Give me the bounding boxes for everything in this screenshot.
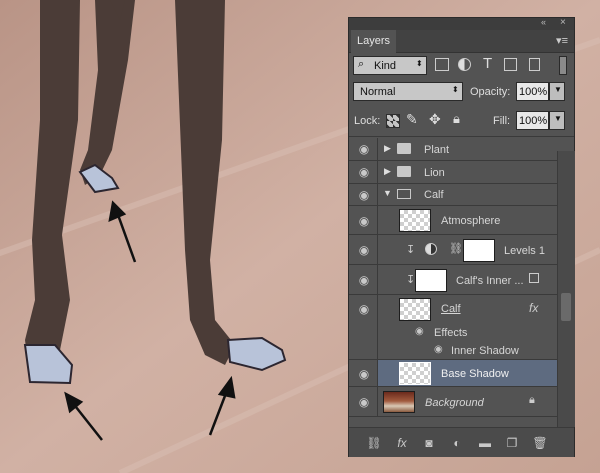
- layer-row-calfs-inner[interactable]: ◉ ↧ Calf's Inner ...: [349, 265, 557, 295]
- lock-icon: 🔒︎: [529, 394, 535, 406]
- opacity-input[interactable]: 100%: [516, 82, 549, 101]
- layer-row-calf[interactable]: ◉ Calf fx: [349, 295, 557, 359]
- layer-row-background[interactable]: ◉ Background 🔒︎: [349, 387, 557, 417]
- fill-label: Fill:: [493, 115, 511, 127]
- folder-icon: [397, 143, 411, 154]
- eye-icon[interactable]: ◉: [415, 326, 424, 337]
- layer-thumbnail: [399, 298, 431, 321]
- layers-bottom-bar: ⛓ fx ◙ ◐ ▬ ❐ 🗑︎: [349, 427, 574, 457]
- link-layers-icon[interactable]: ⛓: [366, 435, 382, 451]
- folder-open-icon: [397, 189, 411, 199]
- adjustment-layer-icon: [425, 243, 437, 255]
- close-icon[interactable]: ×: [560, 17, 566, 28]
- layers-scrollbar[interactable]: [557, 151, 575, 427]
- shape-filter-icon[interactable]: [504, 58, 517, 71]
- eye-icon[interactable]: ◉: [357, 214, 371, 228]
- effects-label: Effects: [434, 327, 468, 339]
- filter-kind-select[interactable]: ⌕ Kind ⬍: [353, 56, 427, 75]
- add-mask-icon[interactable]: ◙: [421, 435, 437, 451]
- fill-input[interactable]: 100%: [516, 111, 549, 130]
- effect-row-inner-shadow[interactable]: ◉ Inner Shadow: [349, 343, 557, 360]
- eye-icon[interactable]: ◉: [357, 165, 371, 179]
- lock-image-pixels-icon[interactable]: ✎: [406, 111, 418, 128]
- eye-icon[interactable]: ◉: [357, 188, 371, 202]
- layer-name[interactable]: Calf: [424, 189, 444, 201]
- adjustment-filter-icon[interactable]: [458, 58, 471, 71]
- clipping-arrow-icon: ↧: [406, 274, 416, 286]
- kind-label: Kind: [374, 60, 397, 72]
- expand-arrow-icon[interactable]: ▶: [384, 166, 391, 177]
- eye-icon[interactable]: ◉: [357, 367, 371, 381]
- smart-object-icon: [529, 273, 539, 283]
- layer-name[interactable]: Calf's Inner ...: [456, 275, 524, 287]
- layer-row-base-shadow[interactable]: ◉ Base Shadow: [349, 360, 557, 387]
- layer-name[interactable]: Background: [425, 397, 484, 409]
- double-chevron-icon[interactable]: «: [541, 17, 546, 27]
- tab-layers[interactable]: Layers: [351, 30, 396, 53]
- expand-arrow-icon[interactable]: ▶: [384, 143, 391, 154]
- fill-dropdown-button[interactable]: ▼: [549, 111, 565, 130]
- smart-object-filter-icon[interactable]: [529, 58, 540, 71]
- layer-name[interactable]: Lion: [424, 167, 445, 179]
- opacity-label: Opacity:: [470, 86, 511, 98]
- layer-thumbnail: [399, 362, 431, 385]
- eye-icon[interactable]: ◉: [357, 243, 371, 257]
- panel-titlebar[interactable]: « ×: [349, 17, 574, 30]
- new-adjustment-icon[interactable]: ◐: [449, 435, 465, 451]
- layer-row-calf-group[interactable]: ◉ ▼ Calf: [349, 184, 557, 206]
- filter-toggle[interactable]: [559, 56, 567, 75]
- chain-link-icon[interactable]: ⛓: [449, 242, 463, 255]
- blend-mode-value: Normal: [360, 86, 396, 98]
- layers-panel: « × Layers ▾≡ ⌕ Kind ⬍ T Normal ⬍ Opacit…: [348, 17, 575, 457]
- eye-icon[interactable]: ◉: [434, 344, 443, 355]
- image-filter-icon[interactable]: [435, 58, 449, 71]
- layer-name[interactable]: Levels 1: [504, 245, 545, 257]
- lock-transparent-pixels-icon[interactable]: [386, 114, 400, 128]
- effects-row[interactable]: ◉ Effects: [349, 324, 557, 343]
- effect-name[interactable]: Inner Shadow: [451, 345, 519, 357]
- type-filter-icon[interactable]: T: [483, 55, 492, 72]
- new-group-icon[interactable]: ▬: [477, 435, 493, 451]
- divider: [349, 136, 574, 137]
- layer-row-plant[interactable]: ◉ ▶ Plant: [349, 138, 557, 161]
- layer-thumbnail: [399, 209, 431, 232]
- chevron-updown-icon: ⬍: [452, 85, 459, 94]
- fx-icon[interactable]: fx: [529, 301, 538, 315]
- mask-thumbnail[interactable]: [463, 239, 495, 262]
- eye-icon[interactable]: ◉: [357, 395, 371, 409]
- eye-icon[interactable]: ◉: [357, 302, 371, 316]
- lock-label: Lock:: [354, 115, 381, 127]
- layer-thumbnail: [415, 269, 447, 292]
- chevron-down-icon: ▼: [554, 114, 562, 123]
- layer-row-levels[interactable]: ◉ ↧ ⛓ Levels 1: [349, 235, 557, 265]
- opacity-dropdown-button[interactable]: ▼: [549, 82, 565, 101]
- search-icon: ⌕: [358, 58, 365, 70]
- background-thumbnail: [383, 391, 415, 413]
- scrollbar-thumb[interactable]: [561, 293, 571, 321]
- layer-name[interactable]: Plant: [424, 144, 449, 156]
- layer-name[interactable]: Base Shadow: [441, 368, 509, 380]
- delete-icon[interactable]: 🗑︎: [532, 435, 548, 451]
- fx-button[interactable]: fx: [394, 435, 410, 451]
- layer-name[interactable]: Atmosphere: [441, 215, 500, 227]
- layer-row-atmosphere[interactable]: ◉ Atmosphere: [349, 206, 557, 235]
- opacity-value: 100%: [519, 86, 548, 98]
- layer-row-lion[interactable]: ◉ ▶ Lion: [349, 161, 557, 184]
- layer-name[interactable]: Calf: [441, 303, 461, 315]
- new-layer-icon[interactable]: ❐: [504, 435, 520, 451]
- panel-menu-icon[interactable]: ▾≡: [556, 34, 568, 47]
- chevron-updown-icon: ⬍: [416, 59, 423, 68]
- eye-icon[interactable]: ◉: [357, 142, 371, 156]
- folder-icon: [397, 166, 411, 177]
- blend-mode-select[interactable]: Normal ⬍: [353, 82, 463, 101]
- eye-icon[interactable]: ◉: [357, 273, 371, 287]
- lock-position-icon[interactable]: ✥: [429, 111, 441, 128]
- lock-all-icon[interactable]: 🔒︎: [453, 111, 460, 127]
- chevron-down-icon: ▼: [554, 85, 562, 94]
- collapse-arrow-icon[interactable]: ▼: [383, 188, 392, 198]
- clipping-arrow-icon: ↧: [406, 244, 416, 256]
- fill-value: 100%: [519, 115, 548, 127]
